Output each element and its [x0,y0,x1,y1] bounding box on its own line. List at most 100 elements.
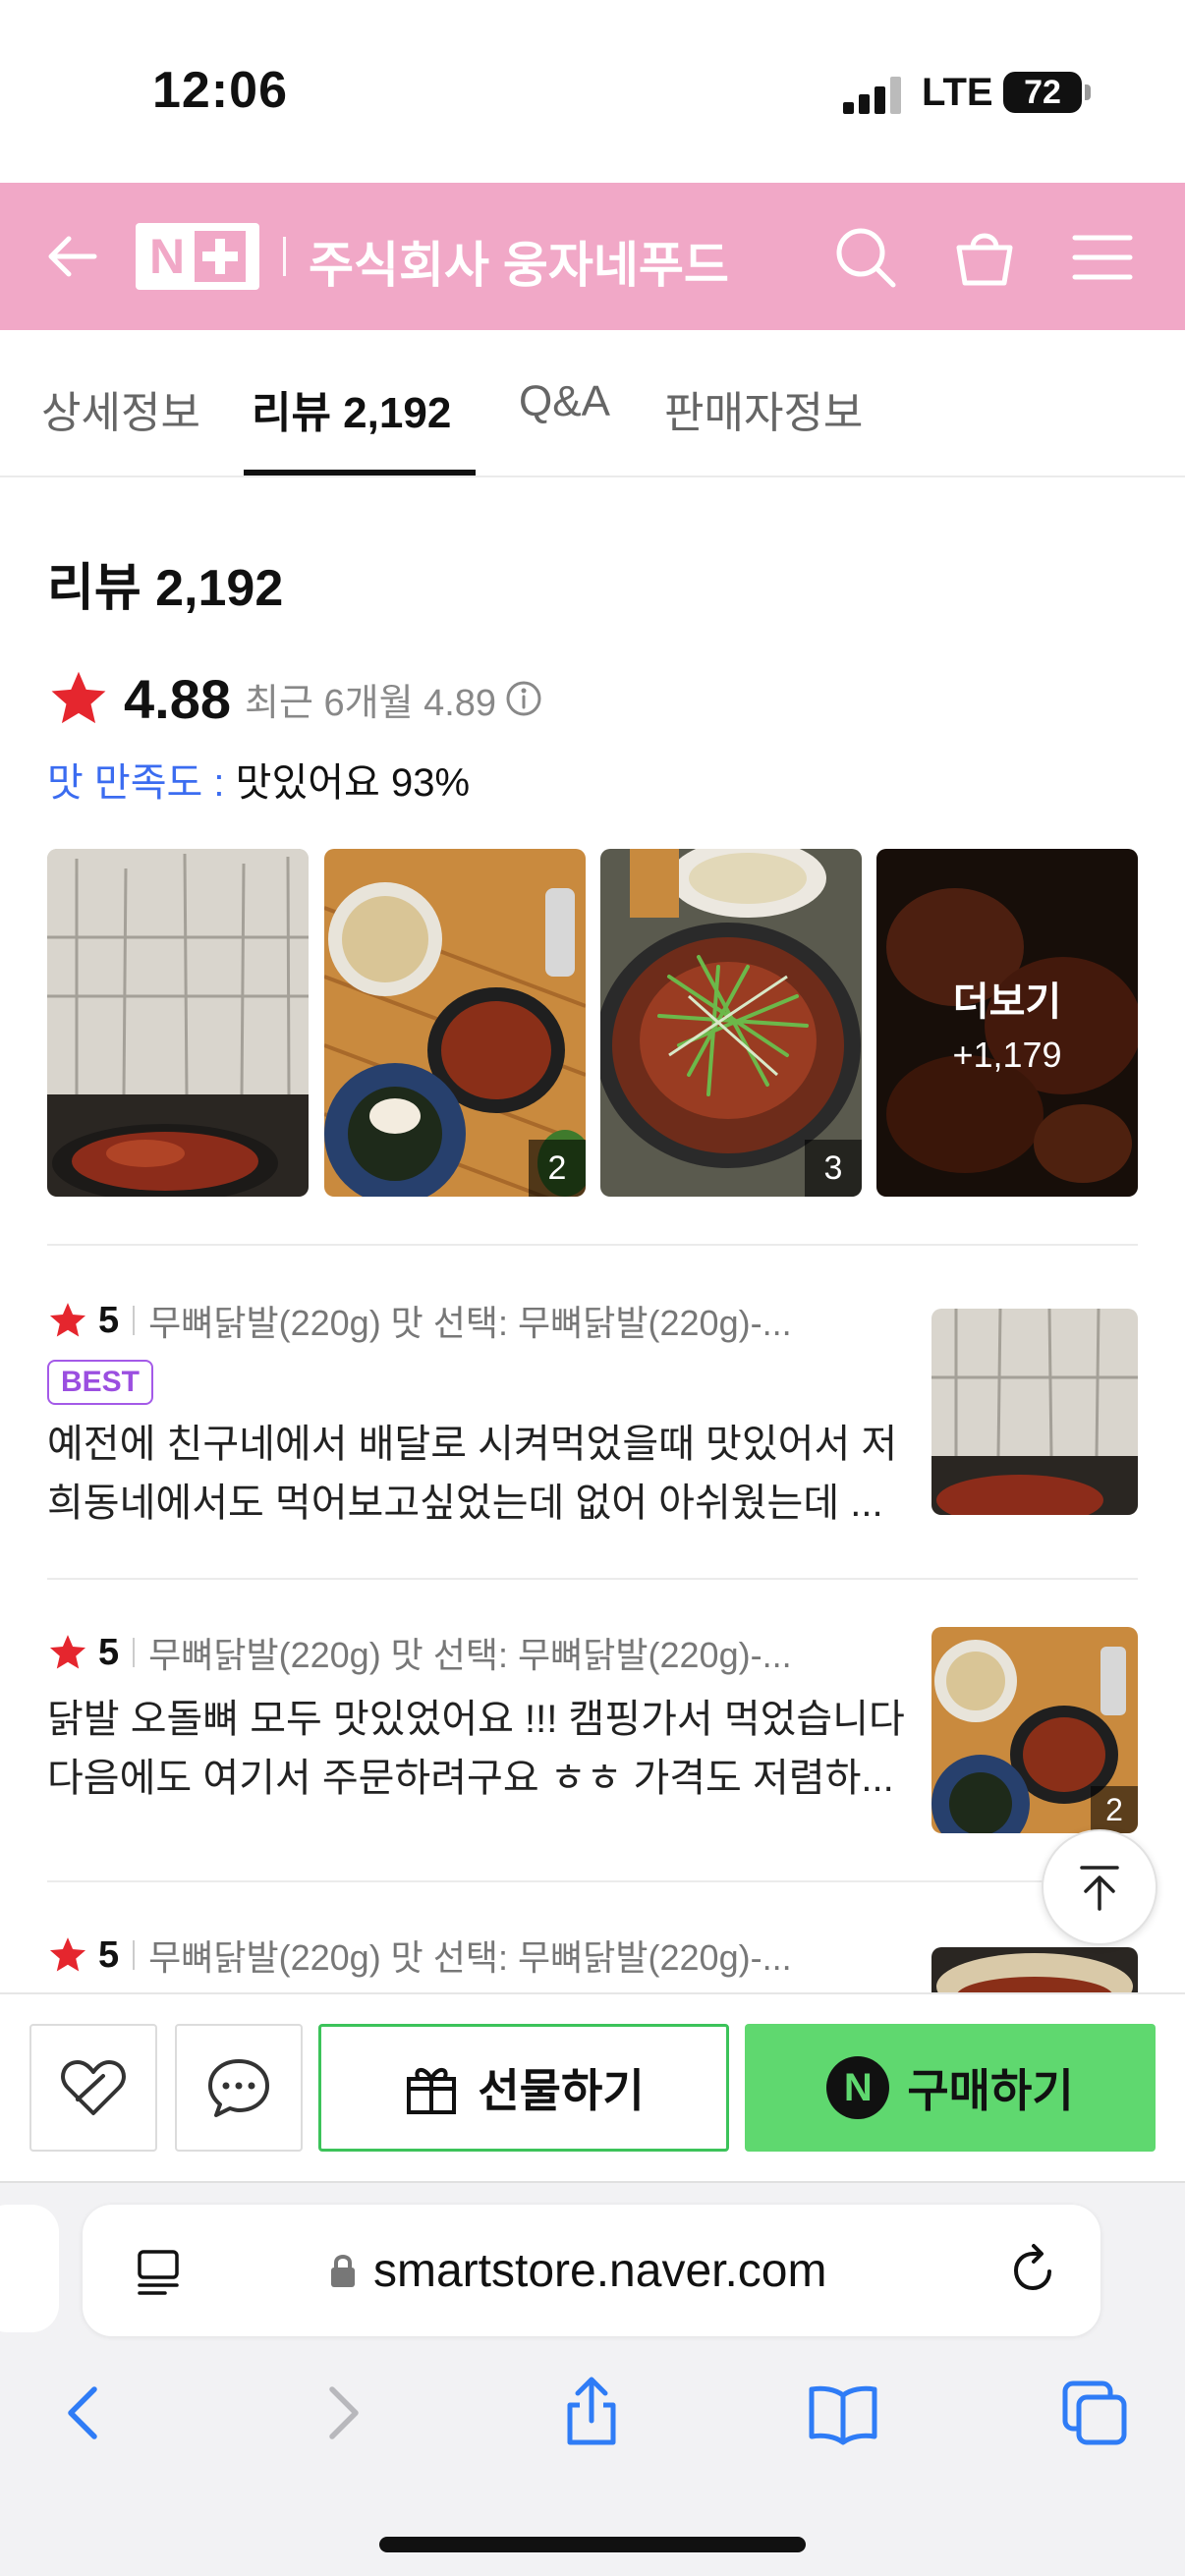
review-thumbnail[interactable]: 2 [931,1627,1138,1833]
tab-qna[interactable]: Q&A [519,377,610,426]
chat-bubble-icon [208,2059,269,2117]
meta-separator [133,1638,136,1667]
review-score: 5 [98,1631,120,1673]
rating-value: 4.88 [124,667,231,730]
purchase-action-bar: 선물하기 N 구매하기 [0,1992,1185,2181]
url-text: smartstore.naver.com [373,2245,827,2297]
review-score: 5 [98,1933,120,1976]
battery-tip [1085,84,1091,100]
more-label: 더보기 [952,980,1062,1024]
buy-label: 구매하기 [907,2065,1074,2116]
review-text: 닭발 오돌뼈 모두 맛있었어요 !!! 캠핑가서 먹었습니다 다음에도 여기서 … [47,1690,912,1808]
gift-button[interactable]: 선물하기 [318,2024,729,2152]
previous-tab-peek[interactable] [0,2205,59,2332]
review-thumbnail[interactable] [931,1947,1138,1992]
star-icon [49,1635,86,1669]
star-icon [51,671,106,724]
back-arrow-icon[interactable] [41,225,104,288]
back-icon[interactable] [47,2376,122,2450]
store-header: N 주식회사 웅자네푸드 [0,183,1185,330]
status-bar: 12:06 LTE 72 [0,0,1185,183]
menu-icon[interactable] [1067,222,1138,293]
tabs-icon[interactable] [1057,2376,1132,2450]
review-item[interactable]: 5 무뼈닭발(220g) 맛 선택: 무뼈닭발(220g)-... BEST 예… [47,1295,1138,1525]
review-text-line: 예전에 친구네에서 배달로 시켜먹었을때 맛있어서 저 [47,1423,898,1466]
meta-separator [133,1940,136,1970]
store-name[interactable]: 주식회사 웅자네푸드 [309,226,729,297]
review-meta: 5 무뼈닭발(220g) 맛 선택: 무뼈닭발(220g)-... [47,1627,792,1678]
status-time: 12:06 [152,62,288,119]
review-photo[interactable]: 2 [324,849,586,1197]
photo-count-badge: 3 [805,1140,862,1197]
review-heading: 리뷰 2,192 [47,560,284,617]
review-text-line: 다음에도 여기서 주문하려구요 ㅎㅎ 가격도 저렴하... [47,1757,894,1800]
divider [47,1244,1138,1246]
tab-seller-info[interactable]: 판매자정보 [664,377,863,440]
info-icon[interactable] [504,679,543,718]
food-photo-image [931,1947,1138,1992]
food-photo-image [47,849,309,1197]
search-icon[interactable] [830,222,901,293]
review-photo[interactable] [47,849,309,1197]
active-tab-indicator [244,470,476,476]
wishlist-button[interactable] [29,2024,157,2152]
bookmarks-icon[interactable] [806,2376,880,2450]
review-option: 무뼈닭발(220g) 맛 선택: 무뼈닭발(220g)-... [148,1635,792,1675]
more-overlay: 더보기 +1,179 [876,849,1138,1197]
review-item[interactable]: 5 무뼈닭발(220g) 맛 선택: 무뼈닭발(220g)-... [47,1930,1138,1992]
gift-icon [407,2068,457,2114]
share-icon[interactable] [554,2376,629,2450]
buy-button[interactable]: N 구매하기 [745,2024,1156,2152]
taste-satisfaction: 맛 만족도 : 맛있어요 93% [47,751,470,808]
divider [47,1880,1138,1882]
review-text: 예전에 친구네에서 배달로 시켜먹었을때 맛있어서 저 희동네에서도 먹어보고싶… [47,1415,912,1533]
tab-detail[interactable]: 상세정보 [41,377,200,440]
review-meta: 5 무뼈닭발(220g) 맛 선택: 무뼈닭발(220g)-... [47,1295,792,1346]
battery-icon: 72 [1003,72,1082,113]
star-icon [49,1937,86,1972]
review-item[interactable]: 5 무뼈닭발(220g) 맛 선택: 무뼈닭발(220g)-... 닭발 오돌뼈… [47,1627,1138,1843]
page-menu-icon[interactable] [132,2244,185,2297]
recent-rating: 최근 6개월 4.89 [245,682,497,724]
arrow-up-icon [1080,1866,1119,1911]
review-thumbnail[interactable] [931,1309,1138,1515]
nplus-logo[interactable]: N [136,223,259,290]
home-indicator [379,2537,806,2552]
plus-icon [195,231,247,282]
gift-label: 선물하기 [478,2065,645,2116]
photo-count-badge: 2 [1091,1786,1138,1833]
taste-label: 맛 만족도 : [47,761,236,805]
divider [47,1578,1138,1580]
lock-icon [331,2255,355,2287]
review-photo[interactable]: 3 [600,849,862,1197]
review-option: 무뼈닭발(220g) 맛 선택: 무뼈닭발(220g)-... [148,1937,792,1978]
review-text-line: 희동네에서도 먹어보고싶었는데 없어 아쉬웠는데 ... [47,1482,883,1525]
reload-icon[interactable] [1006,2242,1061,2297]
logo-n: N [148,229,186,284]
heart-icon [61,2060,126,2115]
forward-icon[interactable] [305,2376,379,2450]
review-meta: 5 무뼈닭발(220g) 맛 선택: 무뼈닭발(220g)-... [47,1930,792,1981]
npay-icon: N [826,2056,890,2119]
browser-toolbar: smartstore.naver.com [0,2181,1185,2576]
meta-separator [133,1306,136,1335]
review-text-line: 닭발 오돌뼈 모두 맛있었어요 !!! 캠핑가서 먹었습니다 [47,1698,905,1741]
more-count: +1,179 [952,1035,1062,1075]
network-label: LTE [922,71,993,114]
address-bar[interactable]: smartstore.naver.com [83,2205,1100,2336]
product-tabs: 상세정보 리뷰 2,192 Q&A 판매자정보 [0,330,1185,477]
review-option: 무뼈닭발(220g) 맛 선택: 무뼈닭발(220g)-... [148,1303,792,1343]
signal-icon [843,77,902,114]
header-divider [283,237,286,276]
more-photos-tile[interactable]: 더보기 +1,179 [876,849,1138,1197]
review-score: 5 [98,1299,120,1341]
food-photo-image [931,1309,1138,1515]
photo-count-badge: 2 [529,1140,586,1197]
tab-review[interactable]: 리뷰 2,192 [252,377,451,440]
taste-value: 맛있어요 93% [235,761,471,805]
star-icon [49,1303,86,1337]
talk-button[interactable] [175,2024,303,2152]
scroll-to-top-button[interactable] [1042,1829,1157,1945]
rating-row: 4.88 최근 6개월 4.89 [47,664,543,733]
shopping-bag-icon[interactable] [949,222,1020,293]
